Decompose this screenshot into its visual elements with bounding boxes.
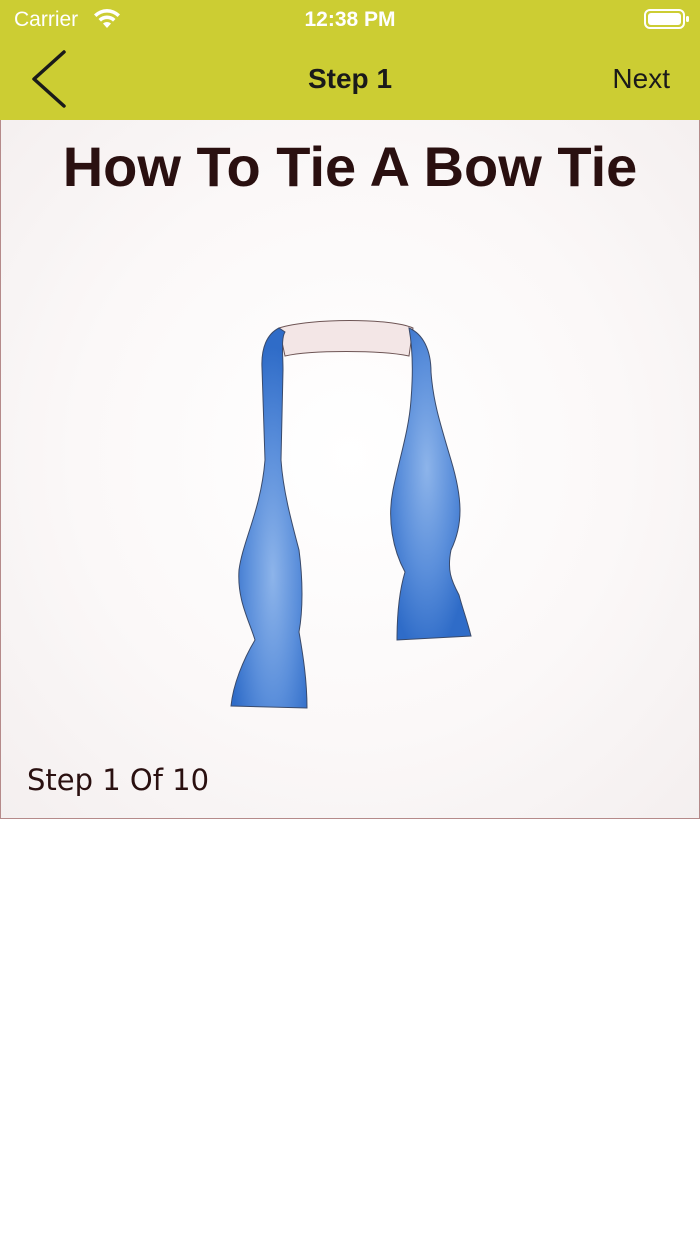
card-title: How To Tie A Bow Tie	[62, 135, 638, 198]
tutorial-card: How To Tie A Bow Tie Step 1 Of 10	[0, 120, 700, 819]
nav-title: Step 1	[307, 63, 393, 94]
bow-tie-illustration	[230, 320, 472, 709]
battery-icon	[644, 9, 689, 29]
status-time: 12:38 PM	[304, 8, 396, 31]
next-button[interactable]: Next	[612, 58, 670, 100]
top-bar: Carrier 12:38 PM Step 1 Next	[0, 0, 700, 120]
step-counter: Step 1 Of 10	[27, 763, 210, 797]
tie-right-end	[390, 327, 472, 641]
neck-band	[278, 320, 414, 357]
screen: Carrier 12:38 PM Step 1 Next How To Tie …	[0, 0, 700, 1244]
tie-left-end	[230, 327, 308, 709]
